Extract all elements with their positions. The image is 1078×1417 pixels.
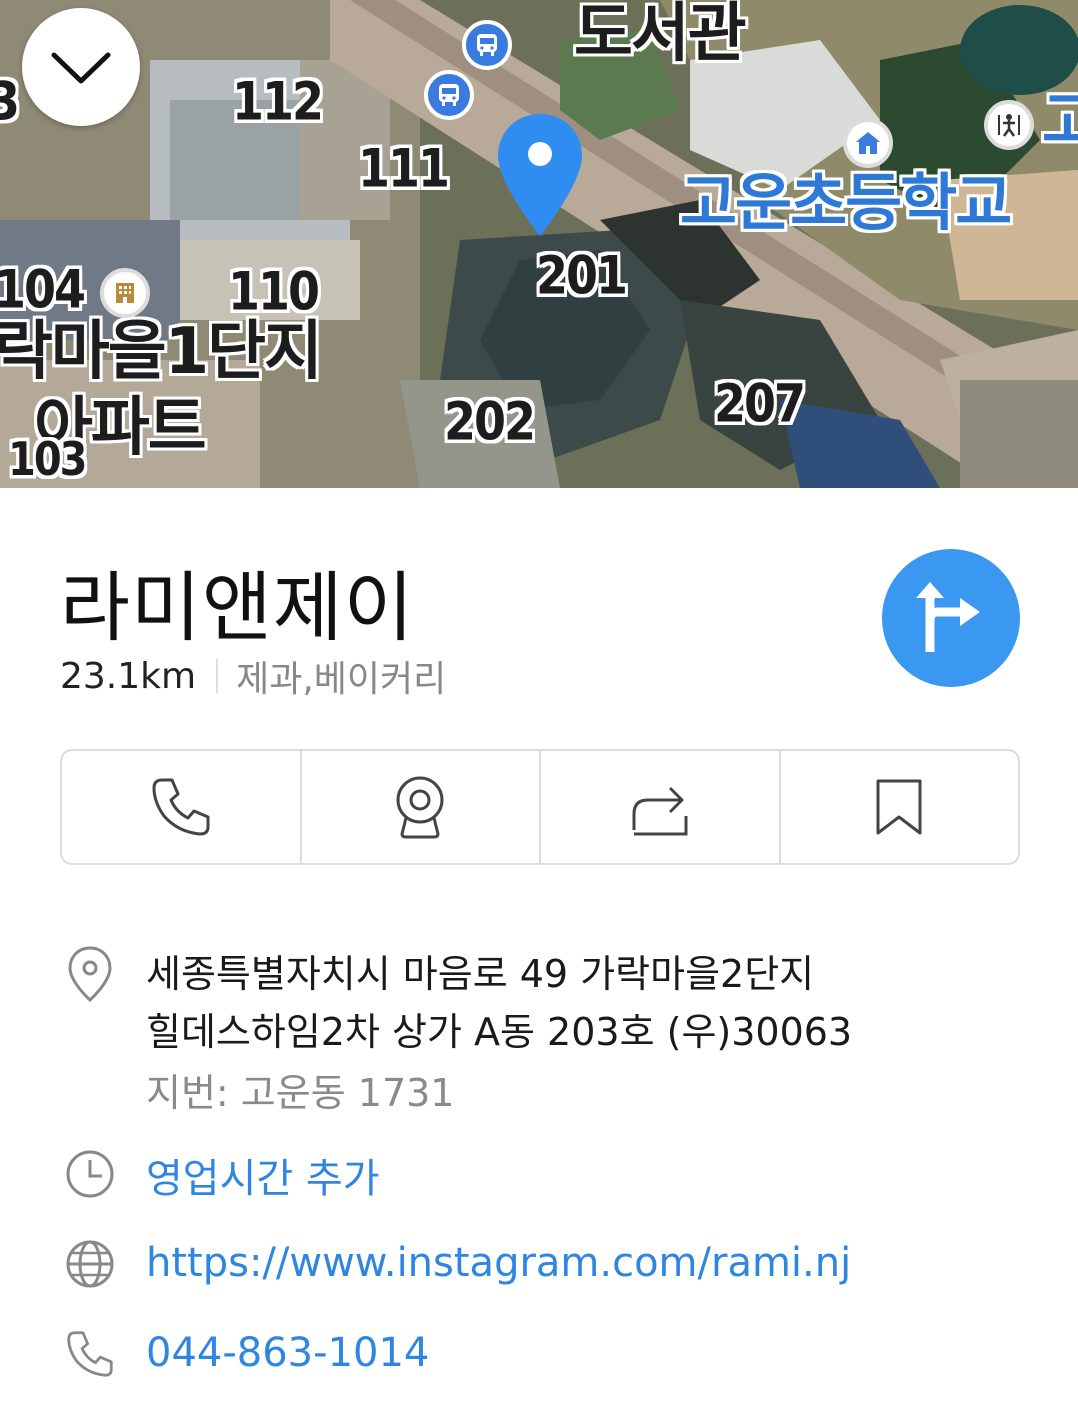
map-label-apartment-complex: 락마을1단지 — [0, 315, 323, 389]
map-label-school-edge: 고 — [1042, 84, 1078, 157]
action-bar — [60, 749, 1020, 865]
chevron-down-icon — [51, 52, 111, 84]
playground-icon[interactable] — [984, 100, 1034, 150]
website-link[interactable]: https://www.instagram.com/rami.nj — [146, 1240, 851, 1286]
location-icon — [64, 944, 116, 1002]
map-label-building-112: 112 — [232, 69, 324, 133]
bus-stop-icon[interactable] — [424, 70, 474, 120]
bus-stop-icon[interactable] — [462, 20, 512, 70]
share-icon — [632, 786, 688, 836]
map-label-building-edge: 3 — [0, 75, 20, 128]
call-button[interactable] — [62, 751, 302, 863]
bookmark-icon — [876, 779, 922, 835]
phone-icon — [64, 1328, 116, 1380]
share-button[interactable] — [541, 751, 781, 863]
place-distance: 23.1km — [60, 655, 197, 697]
place-name: 라미앤제이 — [60, 563, 415, 652]
map-label-building-201: 201 — [536, 243, 628, 307]
clock-icon — [64, 1148, 116, 1200]
building-icon[interactable] — [100, 268, 150, 318]
map-label-building-110: 110 — [228, 259, 320, 323]
camera-icon — [396, 776, 444, 839]
map-label-library: 도서관 — [574, 0, 747, 71]
bookmark-button[interactable] — [781, 751, 1019, 863]
satellite-map[interactable]: 도서관 고운초등학교 고 락마을1단지 아파트 112 111 110 104 … — [0, 0, 1078, 488]
map-label-building-202: 202 — [444, 389, 536, 453]
add-business-hours-link[interactable]: 영업시간 추가 — [146, 1146, 380, 1204]
roadview-button[interactable] — [302, 751, 541, 863]
address: 세종특별자치시 마음로 49 가락마을2단지 힐데스하임2차 상가 A동 203… — [146, 945, 852, 1061]
collapse-button[interactable] — [22, 8, 140, 126]
school-icon[interactable] — [843, 118, 893, 168]
place-meta: 23.1km 제과,베이커리 — [60, 650, 446, 702]
globe-icon — [64, 1238, 116, 1290]
place-category: 제과,베이커리 — [236, 659, 447, 700]
address-line-1: 세종특별자치시 마음로 49 가락마을2단지 — [146, 952, 815, 996]
address-line-2: 힐데스하임2차 상가 A동 203호 (우)30063 — [146, 1010, 853, 1054]
location-pin-icon — [498, 114, 582, 236]
lot-number-address: 지번: 고운동 1731 — [146, 1071, 455, 1115]
map-label-school: 고운초등학교 — [680, 166, 1012, 239]
map-label-building-103: 103 — [8, 433, 87, 487]
directions-button[interactable] — [882, 549, 1020, 687]
map-label-building-207: 207 — [714, 371, 806, 435]
phone-number-link[interactable]: 044-863-1014 — [146, 1330, 429, 1376]
divider — [216, 659, 219, 693]
directions-icon — [916, 582, 980, 652]
map-label-building-111: 111 — [358, 136, 450, 200]
phone-icon — [152, 778, 210, 836]
map-label-building-104: 104 — [0, 257, 86, 321]
